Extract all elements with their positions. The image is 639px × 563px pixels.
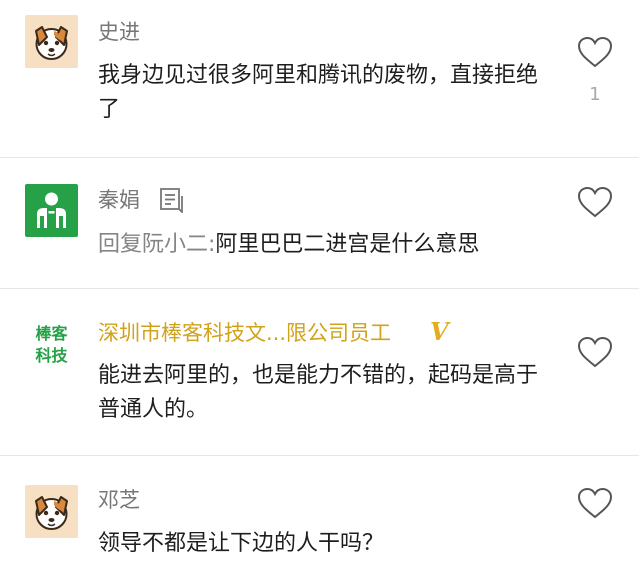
comment-item: 史进 我身边见过很多阿里和腾讯的废物，直接拒绝了 1 <box>0 0 639 157</box>
like-count: 1 <box>589 84 601 105</box>
reply-text: 阿里巴巴二进宫是什么意思 <box>215 232 480 257</box>
avatar[interactable] <box>25 184 78 237</box>
heart-icon[interactable] <box>576 35 614 69</box>
comment-author[interactable]: 深圳市棒客科技文...限公司员工 <box>98 318 391 348</box>
heart-icon[interactable] <box>576 486 614 520</box>
comment-item: 秦娟 回复阮小二:阿里巴巴二进宫是什么意思 <box>0 158 639 288</box>
dog-avatar-icon <box>25 485 78 538</box>
comment-author[interactable]: 史进 <box>98 17 140 47</box>
avatar[interactable] <box>25 15 78 68</box>
comment-item: 棒客 科技 深圳市棒客科技文...限公司员工 V 能进去阿里的，也是能力不错的，… <box>0 289 639 455</box>
comment-text: 领导不都是让下边的人干吗？ <box>98 531 385 556</box>
comment-author[interactable]: 秦娟 <box>98 185 140 215</box>
avatar[interactable] <box>25 485 78 538</box>
avatar[interactable]: 棒客 科技 <box>25 317 78 370</box>
comment-item: 邓芝 领导不都是让下边的人干吗？ <box>0 456 639 563</box>
note-icon <box>158 187 184 213</box>
reply-prefix[interactable]: 回复阮小二: <box>98 232 215 257</box>
svg-text:科技: 科技 <box>35 346 68 365</box>
svg-text:棒客: 棒客 <box>35 324 68 343</box>
company-logo-icon: 棒客 科技 <box>25 317 78 370</box>
heart-icon[interactable] <box>576 185 614 219</box>
dog-avatar-icon <box>25 15 78 68</box>
verified-badge: V <box>430 317 449 346</box>
heart-icon[interactable] <box>576 335 614 369</box>
comment-text: 我身边见过很多阿里和腾讯的废物，直接拒绝了 <box>98 63 539 122</box>
comment-text: 能进去阿里的，也是能力不错的，起码是高于普通人的。 <box>98 363 539 422</box>
comment-text: 回复阮小二:阿里巴巴二进宫是什么意思 <box>98 228 548 262</box>
green-person-avatar-icon <box>25 184 78 237</box>
comment-author[interactable]: 邓芝 <box>98 485 140 515</box>
